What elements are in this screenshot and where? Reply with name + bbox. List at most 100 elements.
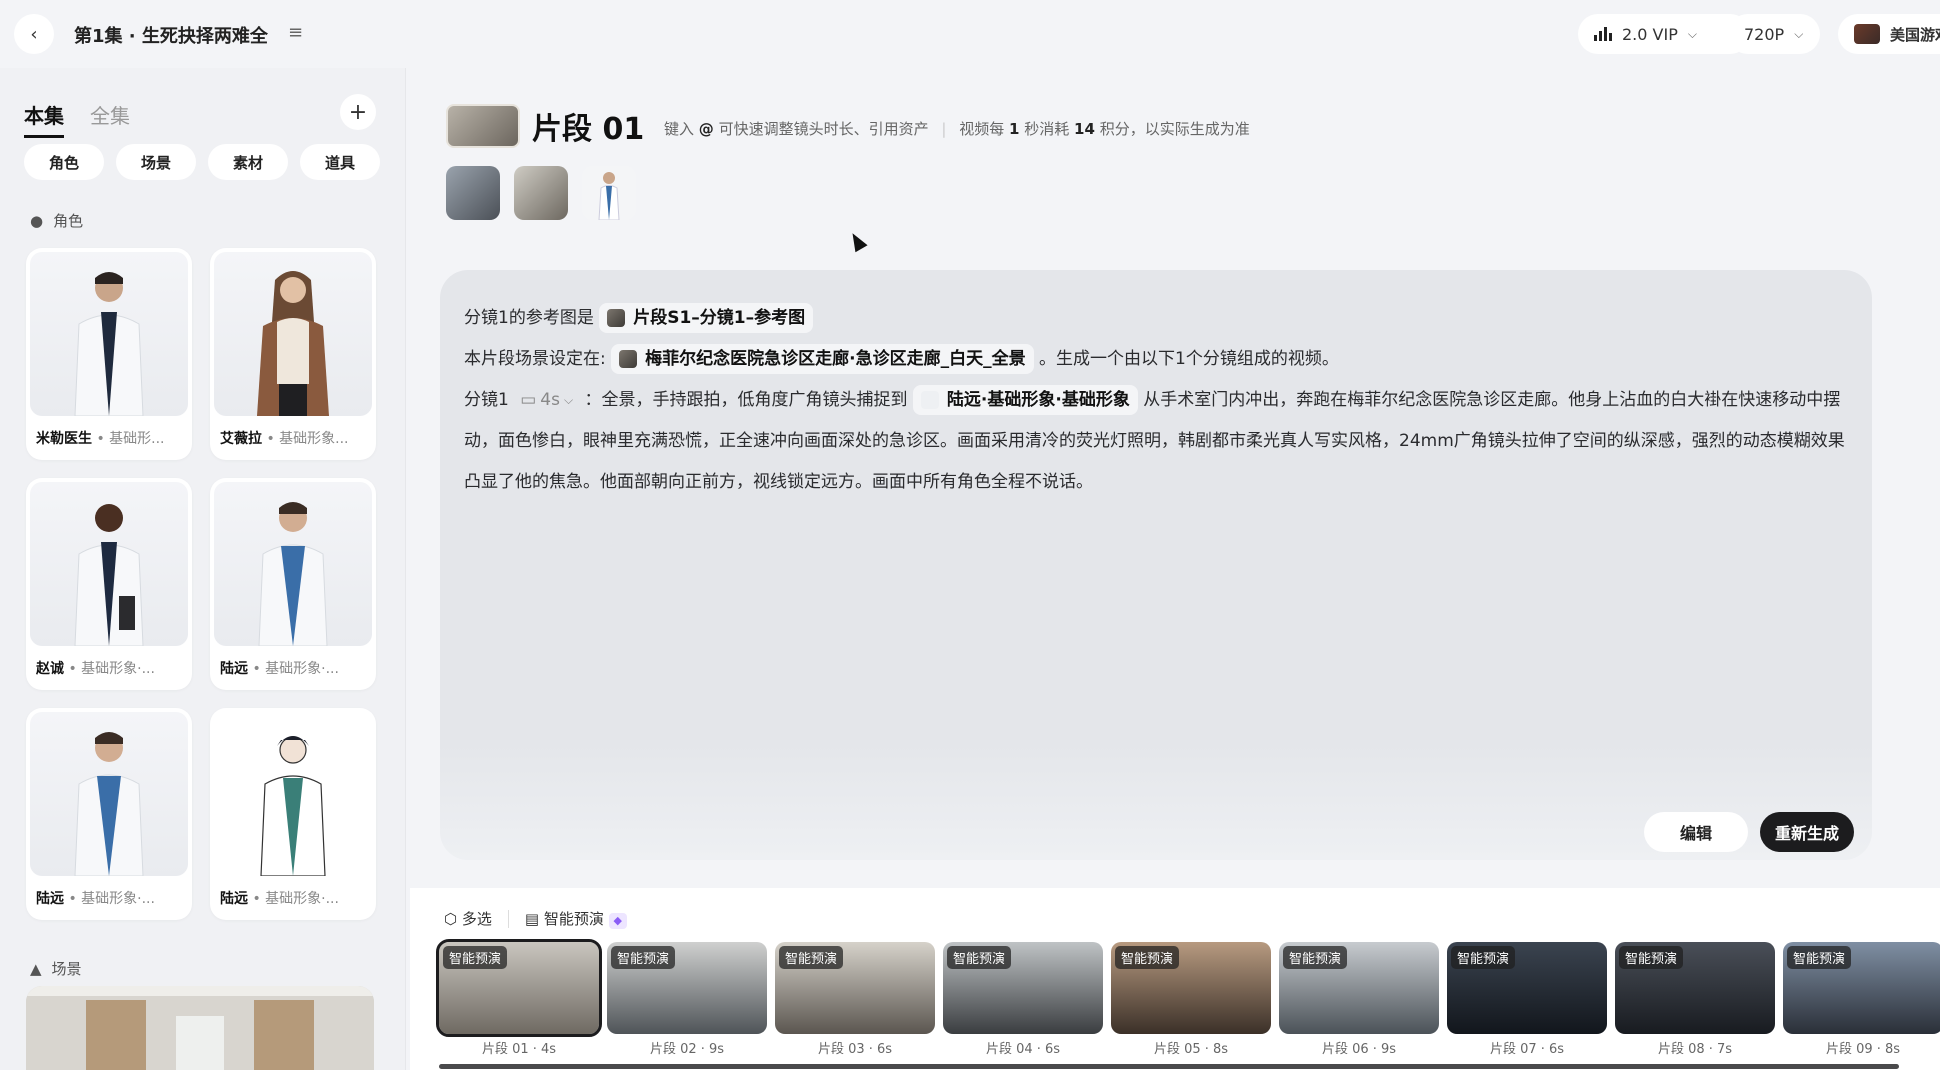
clip-preview: 智能预演: [1615, 942, 1775, 1034]
timeline-clip[interactable]: 智能预演 片段 09 · 8s: [1783, 942, 1940, 1057]
character-card[interactable]: 米勒医生 • 基础形...: [26, 248, 192, 460]
chevron-down-icon: ⌵: [1794, 26, 1804, 41]
sidebar-tabs: 本集 全集: [24, 100, 130, 138]
timeline-clip[interactable]: 智能预演片段 03 · 6s: [775, 942, 935, 1057]
episode-title: 第1集 · 生死抉择两难全: [74, 26, 268, 47]
characters-section-title: 角色: [53, 212, 84, 230]
regenerate-button[interactable]: 重新生成: [1760, 812, 1854, 852]
back-button[interactable]: ‹: [14, 14, 54, 54]
user-menu[interactable]: 美国游戏: [1838, 14, 1940, 54]
clip-preview: 智能预演: [1447, 942, 1607, 1034]
image-icon: [619, 350, 638, 368]
clip-label: 片段 01 · 4s: [481, 1042, 557, 1057]
chevron-down-icon: ⌵: [563, 393, 574, 407]
filter-props[interactable]: 道具: [300, 144, 380, 180]
smart-preview-badge: 智能预演: [947, 946, 1012, 969]
timeline-clip[interactable]: 智能预演 片段 07 · 6s: [1447, 942, 1607, 1057]
timeline-clip[interactable]: 智能预演片段 08 · 7s: [1615, 942, 1775, 1057]
character-card[interactable]: 艾薇拉 • 基础形象...: [210, 248, 376, 460]
timeline-clip[interactable]: 智能预演片段 05 · 8s: [1111, 942, 1271, 1057]
character-portrait: [30, 482, 188, 646]
filter-scenes[interactable]: 场景: [116, 144, 196, 180]
prompt-text: 分镜1的参考图是 片段S1–分镜1–参考图 本片段场景设定在: 梅菲尔纪念医院急…: [464, 298, 1854, 503]
character-name: 艾薇拉 • 基础形象...: [220, 431, 349, 447]
timeline-clip[interactable]: 智能预演片段 01 · 4s: [436, 939, 602, 1057]
character-card[interactable]: 陆远 • 基础形象·...: [210, 708, 376, 920]
scene-chip[interactable]: 梅菲尔纪念医院急诊区走廊·急诊区走廊_白天_全景: [611, 344, 1034, 374]
character-portrait: [214, 482, 372, 646]
user-label: 美国游戏: [1890, 25, 1940, 44]
prompt-editor[interactable]: 分镜1的参考图是 片段S1–分镜1–参考图 本片段场景设定在: 梅菲尔纪念医院急…: [440, 270, 1872, 860]
clip-preview: 智能预演: [775, 942, 935, 1034]
character-portrait: [30, 252, 188, 416]
shot-duration-selector[interactable]: ▭ 4s ⌵: [520, 380, 573, 421]
clip-label: 片段 06 · 9s: [1321, 1042, 1397, 1057]
clip-label: 片段 02 · 9s: [649, 1042, 725, 1057]
clip-label: 片段 03 · 6s: [817, 1042, 893, 1057]
timeline-clip[interactable]: 智能预演 片段 04 · 6s: [943, 942, 1103, 1057]
reference-chip[interactable]: 片段S1–分镜1–参考图: [599, 303, 814, 333]
smart-preview-button[interactable]: ▤ 智能预演 ◆: [525, 908, 627, 929]
hallway-thumbnail: [26, 986, 374, 1070]
image-icon: [607, 309, 626, 327]
doctor-figure: [74, 272, 144, 416]
character-name: 陆远 • 基础形象·...: [220, 661, 339, 677]
reference-thumb[interactable]: [514, 166, 568, 220]
clip-label: 片段 05 · 8s: [1153, 1042, 1229, 1057]
chevron-left-icon: ‹: [30, 23, 38, 45]
clip-preview: 智能预演: [607, 942, 767, 1034]
chevron-down-icon: ⌵: [1687, 26, 1697, 41]
character-name: 陆远 • 基础形象·...: [36, 891, 155, 907]
clip-preview: 智能预演: [1279, 942, 1439, 1034]
timeline-scrollbar[interactable]: [439, 1064, 1899, 1069]
character-grid: 米勒医生 • 基础形... 艾薇拉 • 基础形象... 赵诚 • 基础形象·..…: [26, 248, 376, 920]
character-card[interactable]: 赵诚 • 基础形象·...: [26, 478, 192, 690]
image-icon: [920, 391, 939, 409]
characters-section-header: ● 角色: [30, 210, 83, 231]
timeline-clip[interactable]: 智能预演片段 02 · 9s: [607, 942, 767, 1057]
stack-icon: ▤: [524, 910, 540, 928]
clip-preview: 智能预演: [1111, 942, 1271, 1034]
smart-preview-badge: 智能预演: [611, 946, 676, 969]
clip-strip: 智能预演 片段 01 · 4s 智能预演 片段 02 · 9s 智能预演 片段 03 · …: [436, 939, 1940, 1057]
scene-card[interactable]: [26, 986, 374, 1070]
add-asset-button[interactable]: +: [340, 94, 376, 130]
doctor-mini-figure: [598, 172, 620, 221]
timeline-toolbar: ⬡ 多选 ▤ 智能预演 ◆: [444, 908, 627, 929]
smart-preview-badge: 智能预演: [443, 946, 508, 969]
character-card[interactable]: 陆远 • 基础形象·...: [26, 708, 192, 920]
clip-thumbnail[interactable]: [446, 104, 520, 148]
character-name: 米勒医生 • 基础形...: [36, 431, 165, 447]
edit-button[interactable]: 编辑: [1644, 812, 1748, 852]
resolution-selector[interactable]: 720P ⌵: [1728, 14, 1820, 54]
smart-preview-badge: 智能预演: [1283, 946, 1348, 969]
smart-preview-badge: 智能预演: [1619, 946, 1684, 969]
character-name: 陆远 • 基础形象·...: [220, 891, 339, 907]
clip-title: 片段 01: [532, 112, 645, 147]
clip-label: 片段 08 · 7s: [1657, 1042, 1733, 1057]
smart-preview-badge: 智能预演: [1787, 946, 1852, 969]
character-name: 赵诚 • 基础形象·...: [36, 661, 155, 677]
character-chip[interactable]: 陆远·基础形象·基础形象: [912, 385, 1138, 415]
tab-current-episode[interactable]: 本集: [24, 100, 64, 138]
multi-select-button[interactable]: ⬡ 多选: [444, 908, 492, 929]
character-card[interactable]: 陆远 • 基础形象·...: [210, 478, 376, 690]
clip-header: 片段 01: [446, 104, 644, 148]
model-label: 2.0 VIP: [1622, 24, 1678, 44]
plus-icon: +: [348, 99, 368, 125]
cube-icon: ⬡: [444, 910, 458, 928]
timeline-clip[interactable]: 智能预演片段 06 · 9s: [1279, 942, 1439, 1057]
filter-materials[interactable]: 素材: [208, 144, 288, 180]
resolution-label: 720P: [1744, 24, 1785, 44]
filter-characters[interactable]: 角色: [24, 144, 104, 180]
menu-icon[interactable]: ≡: [288, 22, 303, 43]
film-frame-icon: ▭: [520, 390, 537, 410]
prompt-line-scene: 本片段场景设定在: 梅菲尔纪念医院急诊区走廊·急诊区走廊_白天_全景 。生成一个…: [464, 339, 1854, 380]
reference-thumb[interactable]: [446, 166, 500, 220]
reference-thumb[interactable]: [582, 166, 636, 221]
clip-preview: 智能预演: [436, 939, 602, 1037]
smart-preview-badge: 智能预演: [1451, 946, 1516, 969]
mouse-cursor-icon: [846, 229, 868, 253]
model-selector[interactable]: 2.0 VIP ⌵: [1578, 14, 1750, 54]
tab-all-episodes[interactable]: 全集: [90, 100, 130, 138]
